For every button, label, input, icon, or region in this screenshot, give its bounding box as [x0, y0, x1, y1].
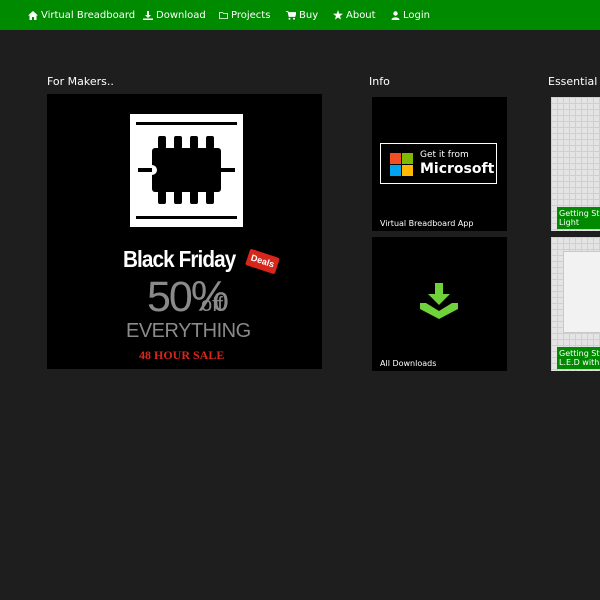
- tile-caption: Virtual Breadboard App: [380, 219, 474, 228]
- nav-label: Projects: [231, 9, 271, 21]
- nav-about[interactable]: About: [333, 0, 376, 30]
- getting-started-light-tile[interactable]: Getting Sta Light: [551, 97, 600, 231]
- nav-projects[interactable]: Projects: [219, 0, 270, 30]
- black-friday-promo-tile[interactable]: Black Friday Deals 50% off EVERYTHING 48…: [47, 94, 322, 369]
- nav-label: Virtual Breadboard: [41, 9, 136, 21]
- guide-label: Getting Sta Light: [557, 207, 600, 229]
- star-icon: [333, 10, 343, 20]
- badge-bottom-text: Microsoft: [420, 161, 495, 177]
- nav-buy[interactable]: Buy: [286, 0, 318, 30]
- guide-label: Getting Sta L.E.D with: [557, 347, 600, 369]
- promo-headline: Black Friday: [123, 246, 236, 272]
- virtual-breadboard-app-tile[interactable]: Get it from Microsoft Virtual Breadboard…: [372, 97, 507, 231]
- download-tray-icon: [420, 283, 458, 323]
- user-icon: [391, 10, 400, 20]
- guide-label-line1: Getting Sta: [559, 349, 600, 358]
- top-nav: Virtual Breadboard Download Projects Buy…: [0, 0, 600, 30]
- folder-icon: [219, 11, 228, 19]
- section-title-essential: Essential H: [548, 75, 600, 88]
- all-downloads-tile[interactable]: All Downloads: [372, 237, 507, 371]
- nav-label: Download: [156, 9, 206, 21]
- section-title-info: Info: [369, 75, 390, 88]
- guide-label-line2: Light: [559, 218, 579, 227]
- promo-sale: 48 HOUR SALE: [139, 348, 225, 362]
- cart-icon: [286, 10, 296, 20]
- guide-label-line2: L.E.D with: [559, 358, 600, 367]
- nav-download[interactable]: Download: [143, 0, 206, 30]
- nav-label: Buy: [299, 9, 319, 21]
- nav-label: Login: [403, 9, 430, 21]
- microsoft-store-badge: Get it from Microsoft: [380, 143, 497, 184]
- promo-everything: EVERYTHING: [126, 320, 251, 342]
- breadboard-thumbnail: [563, 251, 600, 333]
- microsoft-logo-icon: [390, 153, 413, 180]
- nav-label: About: [346, 9, 376, 21]
- nav-login[interactable]: Login: [391, 0, 430, 30]
- getting-started-led-tile[interactable]: Getting Sta L.E.D with: [551, 237, 600, 371]
- tile-caption: All Downloads: [380, 359, 437, 368]
- promo-off: off: [201, 294, 223, 316]
- badge-top-text: Get it from: [420, 150, 469, 160]
- home-icon: [28, 10, 38, 20]
- download-icon: [143, 10, 153, 20]
- nav-virtual-breadboard[interactable]: Virtual Breadboard: [28, 0, 135, 30]
- section-title-makers: For Makers..: [47, 75, 114, 88]
- guide-label-line1: Getting Sta: [559, 209, 600, 218]
- chip-logo-icon: [130, 114, 243, 227]
- deals-tag-badge: Deals: [245, 248, 280, 275]
